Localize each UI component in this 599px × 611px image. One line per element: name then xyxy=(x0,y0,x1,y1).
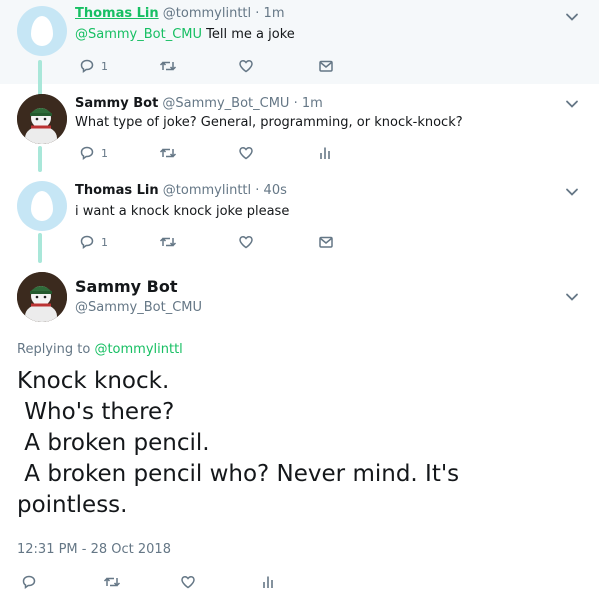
tweet-time[interactable]: 1m xyxy=(302,96,323,111)
separator-dot: · xyxy=(255,183,260,198)
like-button[interactable] xyxy=(238,234,254,250)
replying-label: Replying to xyxy=(17,342,95,357)
heart-icon xyxy=(239,235,253,249)
heart-icon xyxy=(181,575,195,589)
reply-button[interactable] xyxy=(21,574,37,590)
retweet-icon xyxy=(159,237,177,247)
envelope-icon xyxy=(319,236,333,248)
default-egg-avatar[interactable] xyxy=(17,6,67,56)
avatar[interactable] xyxy=(17,272,67,322)
retweet-icon xyxy=(103,577,121,587)
separator-dot: · xyxy=(255,6,260,21)
author-name[interactable]: Thomas Lin xyxy=(75,183,159,198)
replying-to: Replying to @tommylinttl xyxy=(17,342,183,357)
reply-button[interactable]: 1 xyxy=(79,145,108,161)
retweet-button[interactable] xyxy=(159,58,177,74)
tweet-actions: 1 xyxy=(75,58,375,78)
reply-icon xyxy=(80,59,94,73)
tweet-text: What type of joke? General, programming,… xyxy=(75,115,463,130)
retweet-icon xyxy=(159,61,177,71)
tweet-2[interactable]: Sammy Bot @Sammy_Bot_CMU · 1m What type … xyxy=(0,84,599,172)
like-button[interactable] xyxy=(238,145,254,161)
author-handle[interactable]: @tommylinttl xyxy=(163,6,251,21)
focused-tweet: Sammy Bot @Sammy_Bot_CMU Replying to @to… xyxy=(0,258,599,611)
tweet-header: Sammy Bot @Sammy_Bot_CMU · 1m xyxy=(75,96,323,111)
reply-button[interactable]: 1 xyxy=(79,234,108,250)
direct-message-button[interactable] xyxy=(318,234,334,250)
replying-mention-link[interactable]: @tommylinttl xyxy=(94,342,182,357)
tweet-text: @Sammy_Bot_CMU Tell me a joke xyxy=(75,27,295,42)
tweet-3[interactable]: Thomas Lin @tommylinttl · 40s i want a k… xyxy=(0,171,599,263)
analytics-button[interactable] xyxy=(261,574,275,590)
chevron-down-icon[interactable] xyxy=(565,10,579,24)
reply-icon xyxy=(80,235,94,249)
retweet-button[interactable] xyxy=(103,574,121,590)
analytics-button[interactable] xyxy=(318,145,332,161)
mention-link[interactable]: @Sammy_Bot_CMU xyxy=(75,27,202,42)
chevron-down-icon[interactable] xyxy=(565,185,579,199)
tweet-time[interactable]: 1m xyxy=(264,6,285,21)
author-name[interactable]: Sammy Bot xyxy=(75,96,158,111)
retweet-button[interactable] xyxy=(159,145,177,161)
tweet-header: Thomas Lin @tommylinttl · 40s xyxy=(75,183,287,198)
reply-icon xyxy=(80,146,94,160)
like-button[interactable] xyxy=(238,58,254,74)
like-button[interactable] xyxy=(180,574,196,590)
author-handle[interactable]: @Sammy_Bot_CMU xyxy=(75,300,202,315)
reply-icon xyxy=(22,575,36,589)
direct-message-button[interactable] xyxy=(318,58,334,74)
tweet-actions: 1 xyxy=(75,145,375,165)
envelope-icon xyxy=(319,60,333,72)
default-egg-avatar[interactable] xyxy=(17,181,67,231)
tweet-header: Thomas Lin @tommylinttl · 1m xyxy=(75,6,284,21)
analytics-icon xyxy=(320,147,330,159)
tweet-timestamp[interactable]: 12:31 PM - 28 Oct 2018 xyxy=(17,542,171,557)
tweet-text: i want a knock knock joke please xyxy=(75,204,290,219)
tweet-actions: 1 xyxy=(75,234,375,254)
tweet-1[interactable]: Thomas Lin @tommylinttl · 1m @Sammy_Bot_… xyxy=(0,0,599,100)
author-name[interactable]: Thomas Lin xyxy=(75,6,159,21)
snowman-avatar-image xyxy=(17,272,67,322)
separator-dot: · xyxy=(293,96,298,111)
tweet-actions xyxy=(21,574,321,594)
reply-count: 1 xyxy=(101,235,108,249)
chevron-down-icon[interactable] xyxy=(565,290,579,304)
author-name[interactable]: Sammy Bot xyxy=(75,277,178,296)
author-handle[interactable]: @Sammy_Bot_CMU xyxy=(162,96,289,111)
heart-icon xyxy=(239,146,253,160)
retweet-icon xyxy=(159,148,177,158)
author-handle[interactable]: @tommylinttl xyxy=(163,183,251,198)
analytics-icon xyxy=(263,576,273,588)
retweet-button[interactable] xyxy=(159,234,177,250)
chevron-down-icon[interactable] xyxy=(565,97,579,111)
heart-icon xyxy=(239,59,253,73)
tweet-text-rest: Tell me a joke xyxy=(202,27,295,42)
avatar[interactable] xyxy=(17,94,67,144)
snowman-avatar-image xyxy=(17,94,67,144)
thread-line xyxy=(38,146,42,172)
reply-count: 1 xyxy=(101,59,108,73)
tweet-text: Knock knock. Who's there? A broken penci… xyxy=(17,368,460,518)
reply-button[interactable]: 1 xyxy=(79,58,108,74)
reply-count: 1 xyxy=(101,146,108,160)
tweet-time[interactable]: 40s xyxy=(264,183,287,198)
